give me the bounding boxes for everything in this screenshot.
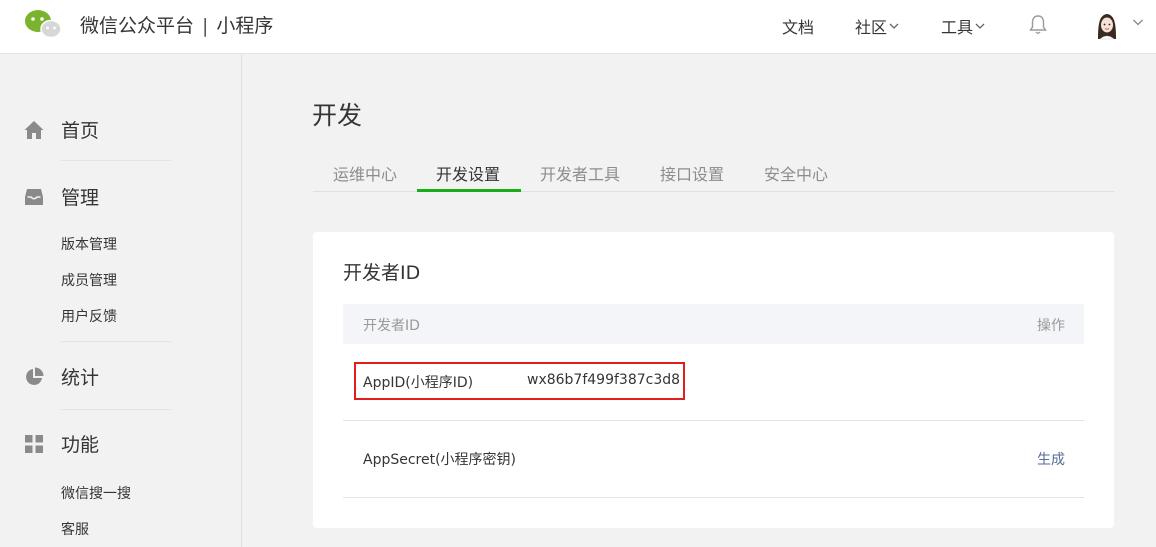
sidebar-subitem-wechat-search[interactable]: 微信搜一搜	[61, 483, 131, 503]
home-icon	[24, 121, 44, 139]
active-tab-indicator	[417, 189, 521, 192]
nav-community[interactable]: 社区	[855, 14, 899, 38]
table-row-appsecret: AppSecret(小程序密钥) 生成	[343, 421, 1084, 498]
sidebar-divider	[61, 160, 171, 161]
table-row-appid: AppID(小程序ID) wx86b7f499f387c3d8	[343, 344, 1084, 421]
developer-id-card: 开发者ID 开发者ID 操作 AppID(小程序ID) wx86b7f499f3…	[313, 232, 1114, 528]
generate-secret-link[interactable]: 生成	[1037, 449, 1065, 469]
sidebar-divider	[61, 341, 171, 342]
sidebar-item-label: 管理	[61, 187, 100, 209]
sidebar-item-label: 首页	[61, 120, 100, 142]
sidebar-item-label: 统计	[61, 367, 100, 389]
tab-bar: 运维中心 开发设置 开发者工具 接口设置 安全中心	[313, 154, 1114, 192]
nav-docs[interactable]: 文档	[782, 14, 814, 38]
appsecret-label: AppSecret(小程序密钥)	[363, 452, 517, 468]
appid-label: AppID(小程序ID)	[363, 375, 474, 391]
brand-separator: |	[202, 15, 209, 37]
sidebar-subitem-customer-service[interactable]: 客服	[61, 519, 89, 539]
chevron-down-icon[interactable]	[1132, 16, 1144, 28]
appid-value[interactable]: wx86b7f499f387c3d8	[527, 372, 680, 388]
grid-icon	[25, 435, 43, 453]
sidebar-subitem-version[interactable]: 版本管理	[61, 234, 117, 254]
user-avatar[interactable]	[1094, 11, 1120, 41]
pie-chart-icon	[26, 367, 44, 385]
sidebar-item-label: 功能	[61, 434, 100, 456]
page-title: 开发	[312, 101, 363, 130]
tab-operations-center[interactable]: 运维中心	[333, 161, 397, 185]
sidebar-subitem-members[interactable]: 成员管理	[61, 270, 117, 290]
inbox-icon	[25, 189, 43, 205]
brand-name: 微信公众平台	[80, 15, 195, 37]
column-header-name: 开发者ID	[363, 318, 420, 334]
wechat-logo-icon[interactable]	[24, 9, 62, 39]
column-header-action: 操作	[1037, 318, 1065, 334]
top-bar: 微信公众平台 | 小程序 文档 社区 工具	[0, 0, 1156, 54]
tab-dev-tools[interactable]: 开发者工具	[540, 161, 620, 185]
chevron-down-icon	[889, 23, 899, 29]
nav-community-label: 社区	[855, 18, 888, 37]
sidebar: 首页 管理 版本管理 成员管理 用户反馈 统计 功能 微信搜一搜 客服	[0, 54, 242, 547]
table-header: 开发者ID 操作	[343, 304, 1084, 344]
nav-tools[interactable]: 工具	[941, 14, 985, 38]
platform-title: 微信公众平台 | 小程序	[80, 11, 273, 38]
tab-security-center[interactable]: 安全中心	[764, 161, 828, 185]
product-name: 小程序	[216, 15, 274, 37]
tab-api-settings[interactable]: 接口设置	[660, 161, 724, 185]
nav-tools-label: 工具	[941, 18, 974, 37]
card-title: 开发者ID	[343, 262, 421, 284]
sidebar-divider	[61, 409, 171, 410]
tab-dev-settings[interactable]: 开发设置	[436, 161, 500, 185]
bell-icon[interactable]	[1028, 14, 1048, 36]
sidebar-subitem-feedback[interactable]: 用户反馈	[61, 306, 117, 326]
nav-docs-label: 文档	[782, 18, 815, 37]
chevron-down-icon	[975, 23, 985, 29]
